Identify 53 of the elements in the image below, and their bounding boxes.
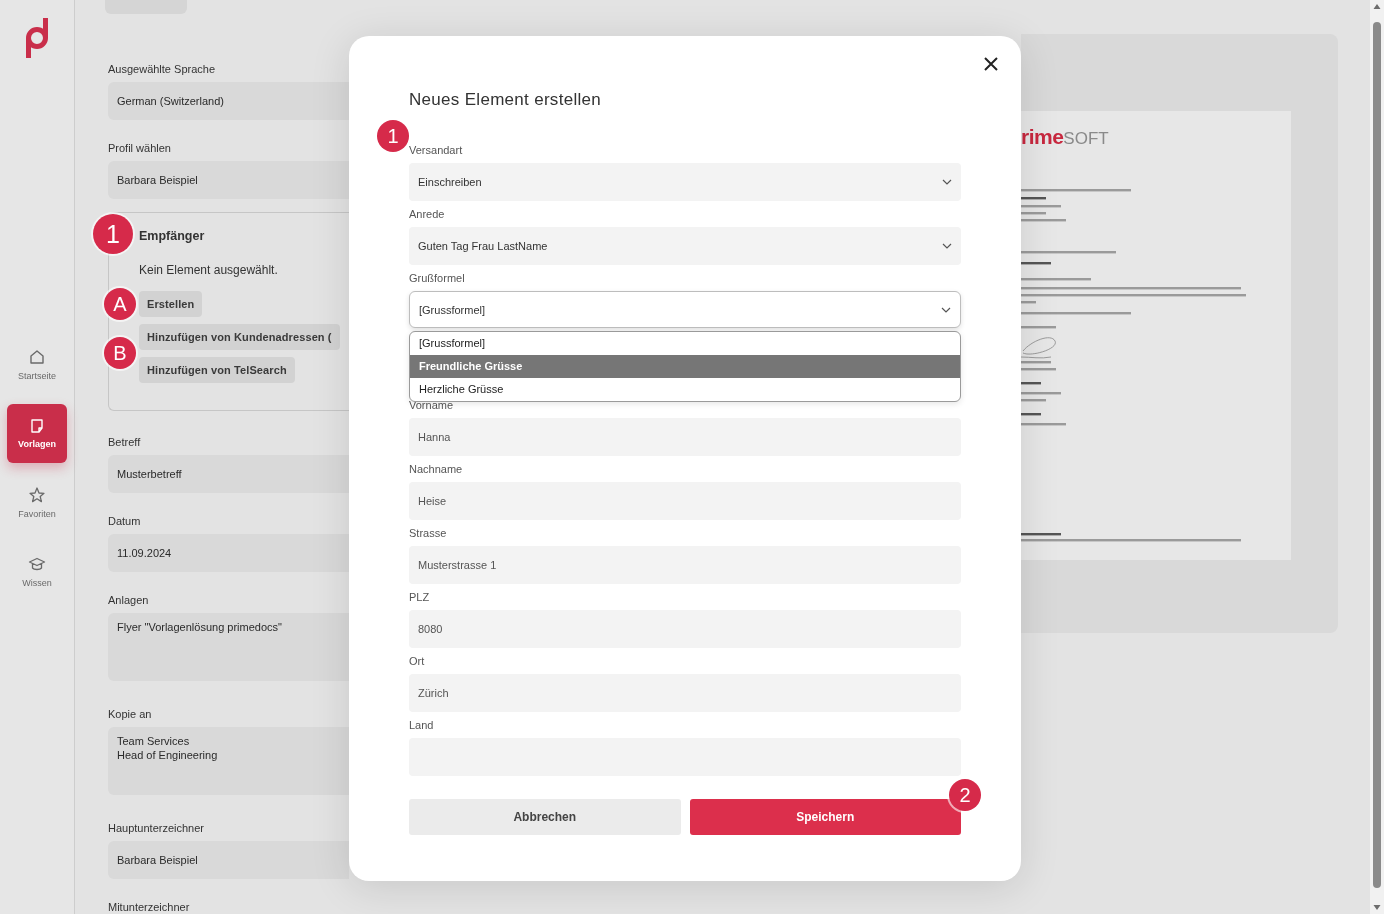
cancel-button[interactable]: Abbrechen xyxy=(409,799,681,835)
field-label: Anrede xyxy=(409,207,446,221)
logo-text: rimeSOFT xyxy=(1021,125,1109,150)
text-field[interactable]: Musterbetreff xyxy=(108,455,349,493)
dropdown-field[interactable]: Guten Tag Frau LastName xyxy=(409,227,961,265)
dropdown-field[interactable]: Einschreiben xyxy=(409,163,961,201)
text-area[interactable]: Flyer "Vorlagenlösung primedocs" xyxy=(108,613,349,681)
dialog-title: Neues Element erstellen xyxy=(409,90,602,110)
dropdown-option[interactable]: Freundliche Grüsse xyxy=(410,355,960,378)
field-label: Datum xyxy=(108,515,142,528)
dropdown-option[interactable]: [Grussformel] xyxy=(410,332,960,355)
field-label: Anlagen xyxy=(108,594,150,607)
text-field[interactable]: Musterstrasse 1 xyxy=(409,546,961,584)
field-label: Ausgewählte Sprache xyxy=(108,63,216,76)
field-label: Profil wählen xyxy=(108,142,172,155)
action-button[interactable]: Hinzufügen von Kundenadressen ( xyxy=(139,324,340,350)
number-badge: A xyxy=(104,288,136,320)
text-field[interactable]: 11.09.2024 xyxy=(108,534,349,572)
nav-item[interactable]: Startseite xyxy=(7,335,67,394)
empty-message: Kein Element ausgewählt. xyxy=(139,263,279,277)
field-label: Hauptunterzeichner xyxy=(108,822,205,835)
field-label: Betreff xyxy=(108,436,142,449)
dropdown-field[interactable]: [Grussformel] xyxy=(409,291,961,328)
text-field[interactable]: Hanna xyxy=(409,418,961,456)
text-field[interactable]: Barbara Beispiel xyxy=(108,161,349,199)
nav-item[interactable]: Wissen xyxy=(7,542,67,601)
field-label: Versandart xyxy=(409,143,464,157)
text-field[interactable]: German (Switzerland) xyxy=(108,82,349,120)
nav-item[interactable]: Favoriten xyxy=(7,473,67,532)
field-label: Land xyxy=(409,718,435,732)
field-label: Grußformel xyxy=(409,271,466,285)
save-button[interactable]: Speichern xyxy=(689,799,961,835)
text-field[interactable]: Barbara Beispiel xyxy=(108,841,349,879)
number-badge: B xyxy=(104,337,136,369)
action-button[interactable]: Erstellen xyxy=(139,291,203,317)
text-field[interactable]: Zürich xyxy=(409,674,961,712)
number-badge: 2 xyxy=(949,779,981,811)
field-label: Ort xyxy=(409,654,426,668)
field-label: Vorname xyxy=(409,398,455,412)
text-field[interactable]: Heise xyxy=(409,482,961,520)
dropdown-option[interactable]: Herzliche Grüsse xyxy=(410,378,960,401)
text-area[interactable]: Team Services Head of Engineering xyxy=(108,727,349,795)
field-label: Nachname xyxy=(409,462,464,476)
field-label: Kopie an xyxy=(108,708,153,721)
field-label: Strasse xyxy=(409,526,448,540)
text-field[interactable]: 8080 xyxy=(409,610,961,648)
nav-item[interactable]: Vorlagen xyxy=(7,404,67,463)
section-title: Empfänger xyxy=(139,228,206,244)
field-label: Mitunterzeichner xyxy=(108,901,191,914)
number-badge: 1 xyxy=(377,120,409,152)
field-label: PLZ xyxy=(409,590,431,604)
action-button[interactable]: Hinzufügen von TelSearch xyxy=(139,357,295,383)
number-badge: 1 xyxy=(93,214,133,254)
